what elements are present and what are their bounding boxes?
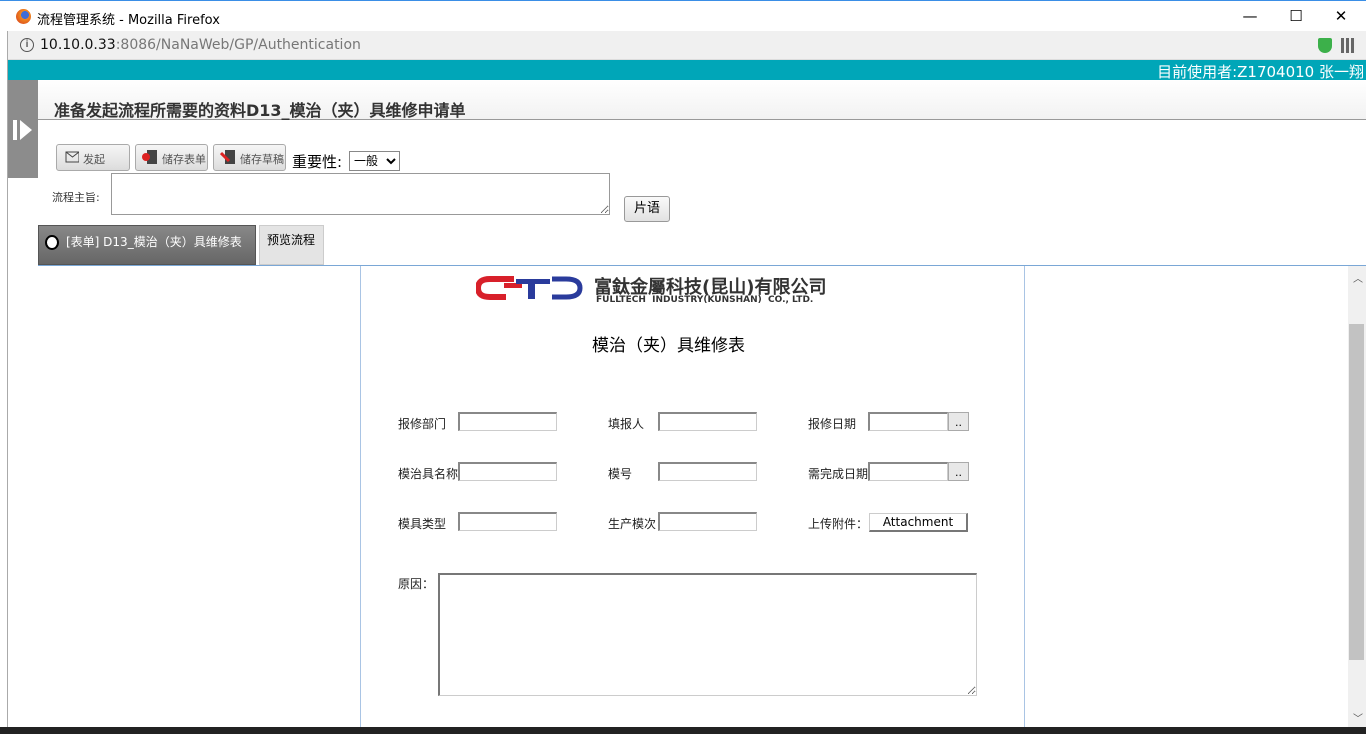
reason-label: 原因： <box>398 577 435 591</box>
due-label: 需完成日期 <box>808 467 869 481</box>
logo-english-name: FULLTECH INDUSTRY(KUNSHAN) CO., LTD. <box>596 295 814 305</box>
page-header: 准备发起流程所需要的资料D13_模治（夹）具维修申请单 <box>38 80 1366 120</box>
dept-label: 报修部门 <box>398 417 447 431</box>
envelope-icon <box>65 151 79 163</box>
attachment-button[interactable]: Attachment <box>869 513 968 532</box>
taskbar-edge <box>0 727 1366 734</box>
reason-input[interactable] <box>438 573 977 696</box>
batch-label: 生产模次 <box>608 517 657 531</box>
scroll-down-icon[interactable]: ﹀ <box>1353 710 1363 725</box>
url-text[interactable]: 10.10.0.33:8086/NaNaWeb/GP/Authenticatio… <box>40 37 361 53</box>
filler-input[interactable] <box>658 412 757 431</box>
model-input[interactable] <box>658 462 757 481</box>
close-button[interactable]: ✕ <box>1321 7 1361 25</box>
firefox-icon <box>16 9 31 24</box>
company-logo: 富鈦金屬科技(昆山)有限公司 FULLTECH INDUSTRY(KUNSHAN… <box>476 273 866 307</box>
save-draft-icon <box>220 150 235 164</box>
radio-icon <box>45 235 59 250</box>
filler-label: 填报人 <box>608 417 645 431</box>
address-bar[interactable]: i 10.10.0.33:8086/NaNaWeb/GP/Authenticat… <box>8 31 1366 60</box>
date-picker-button[interactable]: .. <box>948 412 969 431</box>
scroll-up-icon[interactable]: ︿ <box>1353 270 1363 285</box>
name-label: 模治具名称 <box>398 467 459 481</box>
due-input[interactable] <box>868 462 948 481</box>
type-label: 模具类型 <box>398 517 447 531</box>
due-picker-button[interactable]: .. <box>948 462 969 481</box>
window-titlebar: 流程管理系统 - Mozilla Firefox — ☐ ✕ <box>0 0 1366 31</box>
type-input[interactable] <box>458 512 557 531</box>
phrase-button[interactable]: 片语 <box>624 196 670 222</box>
importance-select[interactable]: 一般 <box>349 151 400 171</box>
current-user: 目前使用者:Z1704010 张一翔 <box>1157 63 1364 81</box>
top-banner: 目前使用者:Z1704010 张一翔 <box>8 60 1366 81</box>
shield-check-icon[interactable] <box>1318 38 1332 53</box>
subject-label: 流程主旨: <box>52 191 100 204</box>
subject-input[interactable] <box>111 173 610 215</box>
save-form-button[interactable]: 储存表单 <box>135 144 208 171</box>
info-icon[interactable]: i <box>20 38 34 52</box>
attach-label: 上传附件： <box>808 517 869 531</box>
model-label: 模号 <box>608 467 633 481</box>
ft-logo-mark <box>476 276 583 300</box>
form-title: 模治（夹）具维修表 <box>592 336 745 356</box>
date-input[interactable] <box>868 412 948 431</box>
qr-code-icon[interactable] <box>1341 38 1356 53</box>
name-input[interactable] <box>458 462 557 481</box>
date-label: 报修日期 <box>808 417 857 431</box>
dept-input[interactable] <box>458 412 557 431</box>
window-title: 流程管理系统 - Mozilla Firefox <box>37 13 220 28</box>
scrollbar-thumb[interactable] <box>1349 324 1364 660</box>
page-title: 准备发起流程所需要的资料D13_模治（夹）具维修申请单 <box>54 101 466 120</box>
sidebar-toggle[interactable] <box>8 80 38 178</box>
save-form-icon <box>142 150 157 164</box>
minimize-button[interactable]: — <box>1230 7 1270 25</box>
importance-label: 重要性: <box>292 153 343 171</box>
tab-form[interactable]: [表单] D13_模治（夹）具维修表 <box>38 225 256 265</box>
save-draft-button[interactable]: 储存草稿 <box>213 144 286 171</box>
maximize-button[interactable]: ☐ <box>1276 7 1316 25</box>
batch-input[interactable] <box>658 512 757 531</box>
expand-arrow-icon[interactable] <box>11 118 35 142</box>
launch-button[interactable]: 发起 <box>56 144 130 171</box>
tab-preview-flow[interactable]: 预览流程 <box>259 225 324 265</box>
